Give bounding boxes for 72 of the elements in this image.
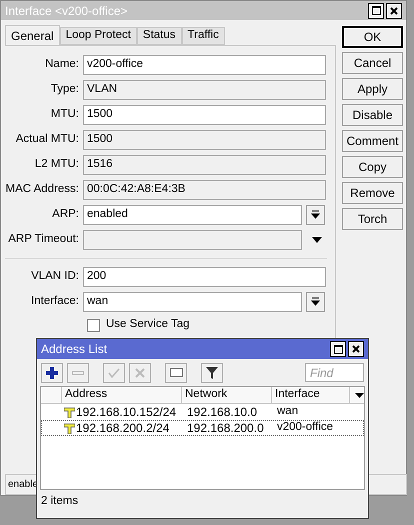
field-label: Name:: [44, 56, 80, 72]
comment-button[interactable]: [165, 362, 187, 382]
input-field[interactable]: 1500: [83, 104, 326, 124]
minus-icon: [72, 370, 84, 374]
checkbox[interactable]: [87, 318, 100, 332]
dialog-button[interactable]: Disable: [342, 104, 403, 126]
filter-button[interactable]: [201, 362, 223, 382]
maximize-button[interactable]: [368, 2, 384, 18]
dropdown-arrow-icon[interactable]: [312, 236, 322, 242]
dialog-button[interactable]: Comment: [342, 130, 403, 152]
input-field[interactable]: enabled: [83, 204, 302, 224]
item-count: 2 items: [41, 494, 78, 510]
dropdown-icon: [311, 297, 320, 306]
readonly-field[interactable]: 00:0C:42:A8:E4:3B: [83, 180, 326, 200]
plus-icon: [46, 366, 58, 378]
field-label: ARP Timeout:: [7, 232, 80, 247]
dialog-button[interactable]: Copy: [342, 156, 403, 178]
column-header[interactable]: Network: [182, 387, 272, 403]
column-header[interactable]: Interface: [272, 387, 350, 403]
table-row[interactable]: 192.168.10.152/24 192.168.10.0 wan: [41, 404, 364, 420]
column-header[interactable]: Address: [62, 387, 182, 403]
dropdown-button[interactable]: [306, 204, 325, 224]
field-label: MAC Address:: [5, 182, 80, 197]
input-field[interactable]: wan: [83, 292, 302, 312]
dialog-button[interactable]: Remove: [342, 182, 403, 204]
dropdown-icon: [311, 210, 320, 219]
address-icon: [64, 422, 75, 434]
field-label: Type:: [50, 82, 80, 97]
field-label: VLAN ID:: [30, 268, 80, 284]
dropdown-button[interactable]: [306, 292, 325, 312]
close-icon: [352, 345, 360, 353]
checkbox-label: Use Service Tag: [106, 317, 190, 332]
readonly-field[interactable]: 1500: [83, 130, 326, 150]
dialog-button[interactable]: Apply: [342, 78, 403, 100]
table-cell-text: 192.168.200.2/24: [76, 420, 170, 437]
table-cell-text: v200-office: [276, 420, 334, 436]
table-row[interactable]: 192.168.200.2/24 192.168.200.0 v200-office: [41, 420, 364, 436]
table-cell-text: 192.168.10.152/24: [76, 404, 176, 421]
filter-icon: [206, 366, 218, 378]
field-label: L2 MTU:: [34, 156, 80, 172]
tab[interactable]: Status: [136, 27, 182, 45]
close-button[interactable]: [386, 2, 402, 18]
readonly-field[interactable]: VLAN: [83, 80, 326, 100]
dialog-button[interactable]: OK: [342, 26, 403, 48]
address-icon: [64, 406, 75, 418]
close-icon: [390, 6, 398, 14]
input-field[interactable]: 200: [83, 266, 326, 286]
tab[interactable]: Loop Protect: [60, 27, 137, 45]
field-label: ARP:: [51, 206, 80, 222]
readonly-field[interactable]: 1516: [83, 154, 326, 174]
table-cell-text: 192.168.10.0: [186, 404, 258, 421]
tab[interactable]: Traffic: [182, 27, 225, 45]
input-field[interactable]: v200-office: [83, 54, 326, 74]
field-label: Interface:: [30, 294, 80, 309]
table-cell-text: wan: [276, 404, 300, 420]
column-menu-icon[interactable]: [355, 393, 364, 398]
close-button[interactable]: [348, 341, 364, 357]
tab[interactable]: General: [5, 25, 60, 45]
field-label: MTU:: [50, 106, 80, 122]
field-label: Actual MTU:: [14, 132, 80, 147]
table-cell-text: 192.168.200.0: [186, 420, 265, 437]
maximize-button[interactable]: [330, 341, 346, 357]
check-icon: [108, 368, 120, 378]
readonly-field[interactable]: [83, 230, 302, 250]
note-icon: [170, 368, 182, 377]
find-field[interactable]: Find: [305, 363, 364, 382]
dialog-button[interactable]: Cancel: [342, 52, 403, 74]
window-title: Address List: [41, 341, 108, 358]
cross-icon: [135, 368, 145, 378]
dialog-button[interactable]: Torch: [342, 208, 403, 230]
add-button[interactable]: [41, 362, 63, 382]
window-title: Interface <v200-office>: [5, 2, 128, 20]
